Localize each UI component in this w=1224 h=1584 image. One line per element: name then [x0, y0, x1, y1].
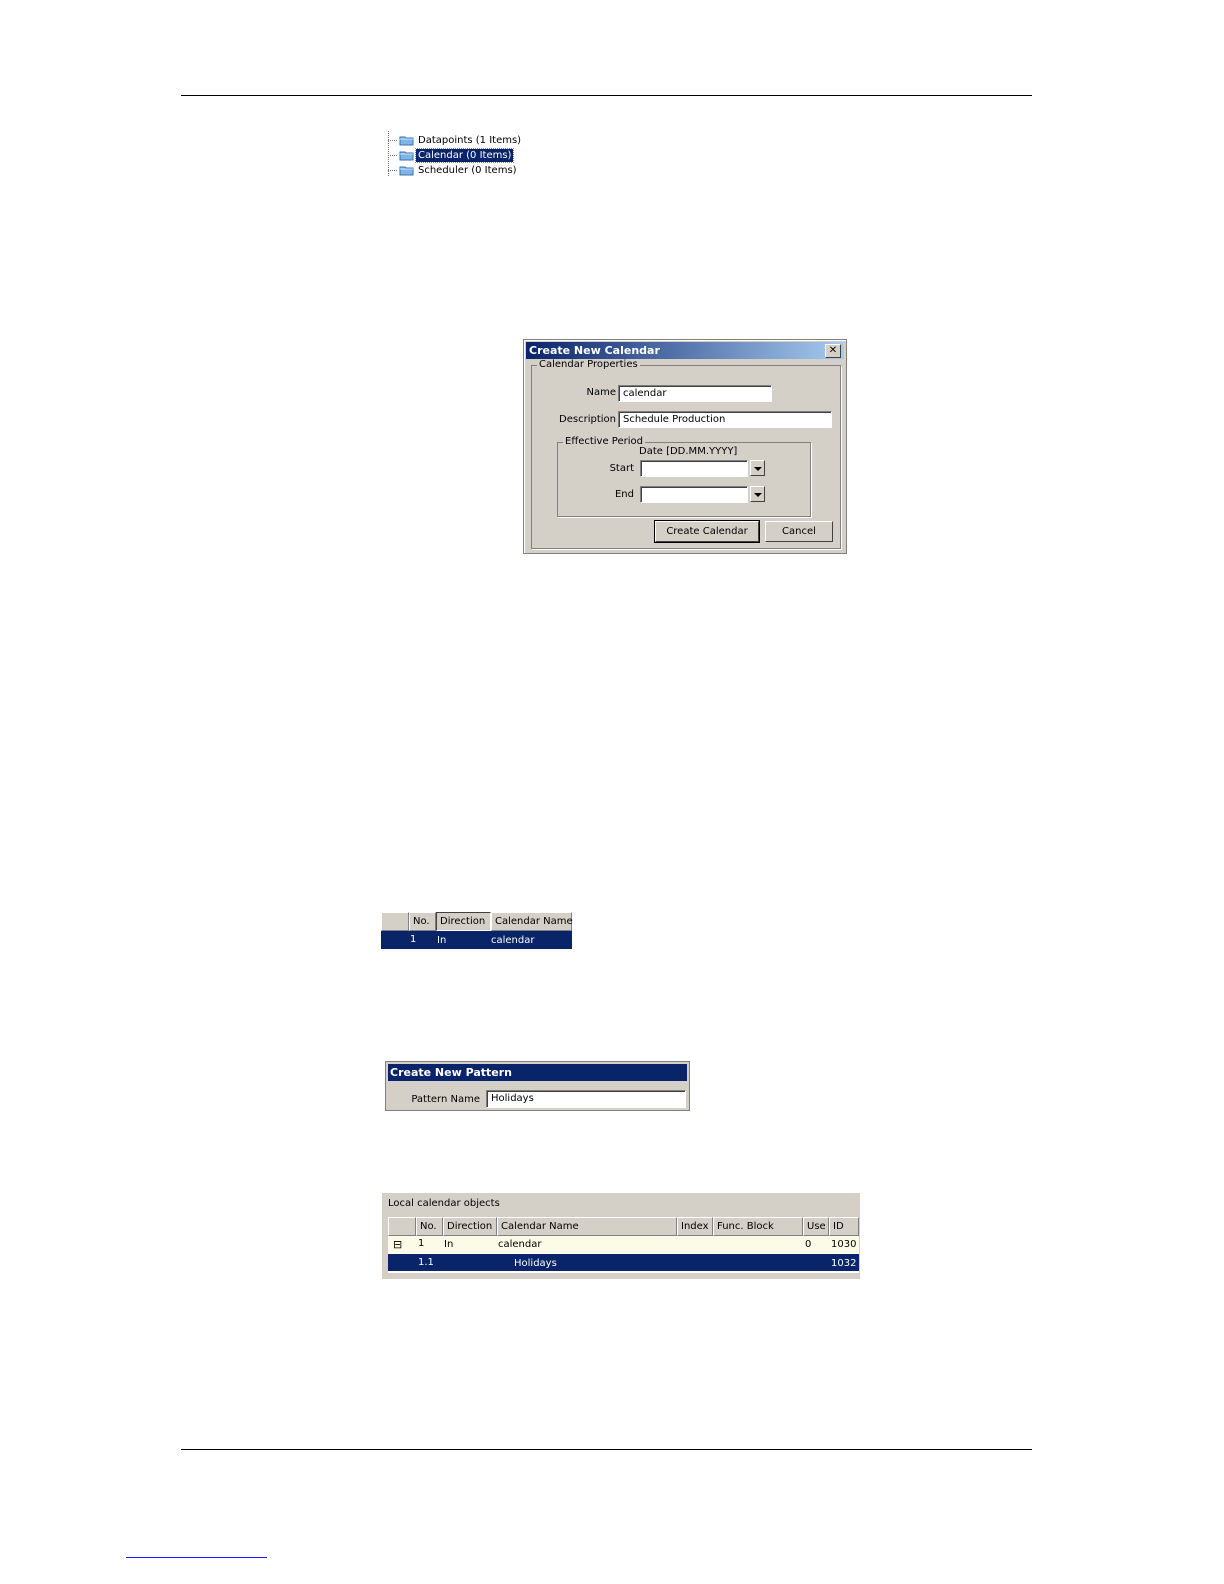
start-label: Start: [609, 463, 634, 474]
table-row-selected[interactable]: 1.1 Holidays 1032: [388, 1254, 859, 1271]
calendar-objects-grid: No. Direction Calendar Name Index Func. …: [388, 1217, 859, 1273]
cell-calendar-name: calendar: [498, 1239, 542, 1250]
header-rule: [181, 95, 1032, 96]
cell-use: 0: [805, 1239, 812, 1250]
calendar-properties-group: Calendar Properties Name calendar Descri…: [531, 359, 841, 549]
tree-item-label: Scheduler (0 Items): [418, 164, 517, 176]
start-date-dropdown-icon[interactable]: [750, 460, 765, 476]
object-tree: Datapoints (1 Items) Calendar (0 Items) …: [383, 131, 523, 183]
row-header-cell: [388, 1217, 416, 1236]
description-input[interactable]: Schedule Production: [618, 411, 832, 428]
end-label: End: [614, 489, 634, 500]
footer-link-underline[interactable]: [126, 1557, 267, 1558]
cancel-button[interactable]: Cancel: [765, 521, 833, 542]
name-label: Name: [586, 387, 616, 398]
dialog-title: Create New Pattern: [388, 1064, 687, 1081]
table-row[interactable]: 1 In calendar: [381, 931, 572, 949]
create-pattern-dialog: Create New Pattern Pattern Name Holidays: [385, 1061, 690, 1111]
row-header-cell: [381, 912, 409, 931]
cell-calendar-name: Holidays: [514, 1258, 557, 1269]
pattern-name-input[interactable]: Holidays: [486, 1090, 686, 1108]
group-label: Calendar Properties: [537, 359, 640, 371]
cell-direction: In: [444, 1239, 454, 1250]
effective-period-group: Effective Period Date [DD.MM.YYYY] Start…: [557, 436, 811, 517]
calendar-table: No. Direction Calendar Name 1 In calenda…: [381, 912, 573, 949]
dialog-title: Create New Calendar: [529, 344, 660, 357]
folder-icon: [399, 136, 414, 145]
column-header-index[interactable]: Index: [677, 1217, 713, 1236]
start-date-input[interactable]: [640, 460, 748, 477]
tree-item-datapoints[interactable]: Datapoints (1 Items): [388, 133, 523, 147]
table-row[interactable]: ⊟ 1 In calendar 0 1030: [388, 1236, 859, 1253]
cell-no: 1: [410, 934, 417, 945]
cell-id: 1032: [831, 1258, 857, 1269]
folder-icon: [399, 166, 414, 175]
tree-branch-line: [388, 169, 397, 171]
column-header-direction[interactable]: Direction: [443, 1217, 497, 1236]
column-header-func-block[interactable]: Func. Block: [713, 1217, 803, 1236]
column-header-calendar-name[interactable]: Calendar Name: [491, 912, 573, 931]
cell-no: 1: [418, 1238, 425, 1249]
date-format-label: Date [DD.MM.YYYY]: [639, 446, 738, 457]
local-calendar-objects-panel: Local calendar objects No. Direction Cal…: [382, 1193, 860, 1279]
name-input[interactable]: calendar: [618, 385, 772, 402]
column-header-use[interactable]: Use: [803, 1217, 829, 1236]
cell-id: 1030: [831, 1239, 857, 1250]
group-label: Effective Period: [563, 436, 645, 448]
footer-rule: [181, 1449, 1032, 1450]
column-header-id[interactable]: ID: [829, 1217, 859, 1236]
cell-no: 1.1: [418, 1257, 434, 1268]
tree-item-label: Calendar (0 Items): [414, 147, 515, 163]
cell-direction: In: [437, 935, 447, 946]
panel-title: Local calendar objects: [388, 1198, 500, 1209]
pattern-name-label: Pattern Name: [411, 1094, 480, 1105]
column-header-calendar-name[interactable]: Calendar Name: [497, 1217, 677, 1236]
collapse-icon[interactable]: ⊟: [393, 1238, 402, 1251]
tree-item-label: Datapoints (1 Items): [418, 134, 522, 146]
tree-item-calendar[interactable]: Calendar (0 Items): [388, 147, 515, 163]
end-date-dropdown-icon[interactable]: [750, 486, 765, 502]
description-label: Description: [559, 414, 616, 425]
tree-branch-line: [388, 139, 397, 141]
cell-calendar-name: calendar: [491, 935, 535, 946]
folder-icon: [399, 151, 414, 160]
end-date-input[interactable]: [640, 486, 748, 503]
tree-branch-line: [388, 154, 397, 156]
column-header-direction[interactable]: Direction: [436, 912, 491, 931]
column-header-no[interactable]: No.: [409, 912, 436, 931]
create-calendar-button[interactable]: Create Calendar: [654, 520, 760, 543]
tree-item-scheduler[interactable]: Scheduler (0 Items): [388, 163, 519, 177]
column-header-no[interactable]: No.: [416, 1217, 443, 1236]
create-calendar-dialog: Create New Calendar ✕ Calendar Propertie…: [523, 339, 847, 554]
dialog-title-bar: Create New Calendar ✕: [526, 342, 844, 359]
close-icon[interactable]: ✕: [825, 344, 841, 358]
